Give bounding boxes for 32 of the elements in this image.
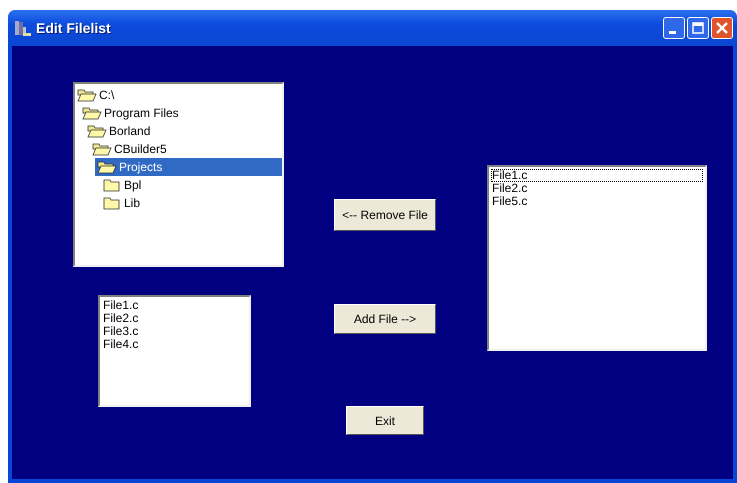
minimize-button[interactable] <box>663 17 685 39</box>
add-file-button[interactable]: Add File --> <box>334 304 436 334</box>
open-folder-icon <box>97 160 117 174</box>
tree-item[interactable]: Lib <box>100 194 282 212</box>
close-icon <box>716 22 728 34</box>
app-icon <box>14 19 32 37</box>
tree-item[interactable]: Borland <box>85 122 282 140</box>
maximize-icon <box>692 22 704 34</box>
list-item[interactable]: File1.c <box>102 299 247 312</box>
folder-icon <box>102 178 122 192</box>
list-item[interactable]: File1.c <box>491 169 703 182</box>
list-item[interactable]: File2.c <box>102 312 247 325</box>
open-folder-icon <box>87 124 107 138</box>
tree-item[interactable]: C:\ <box>75 86 282 104</box>
open-folder-icon <box>82 106 102 120</box>
list-item[interactable]: File4.c <box>102 338 247 351</box>
minimize-icon <box>669 30 676 34</box>
tree-item[interactable]: CBuilder5 <box>90 140 282 158</box>
open-folder-icon <box>77 88 97 102</box>
exit-button[interactable]: Exit <box>346 406 424 435</box>
list-item[interactable]: File2.c <box>491 182 703 195</box>
folder-icon <box>102 196 122 210</box>
tree-item[interactable]: Bpl <box>100 176 282 194</box>
tree-item[interactable]: Program Files <box>80 104 282 122</box>
tree-item[interactable]: Projects <box>95 158 282 176</box>
close-button[interactable] <box>711 17 733 39</box>
list-item[interactable]: File3.c <box>102 325 247 338</box>
window-title: Edit Filelist <box>36 20 112 36</box>
open-folder-icon <box>92 142 112 156</box>
remove-file-button[interactable]: <-- Remove File <box>334 199 436 231</box>
maximize-button[interactable] <box>687 17 709 39</box>
list-item[interactable]: File5.c <box>491 195 703 208</box>
